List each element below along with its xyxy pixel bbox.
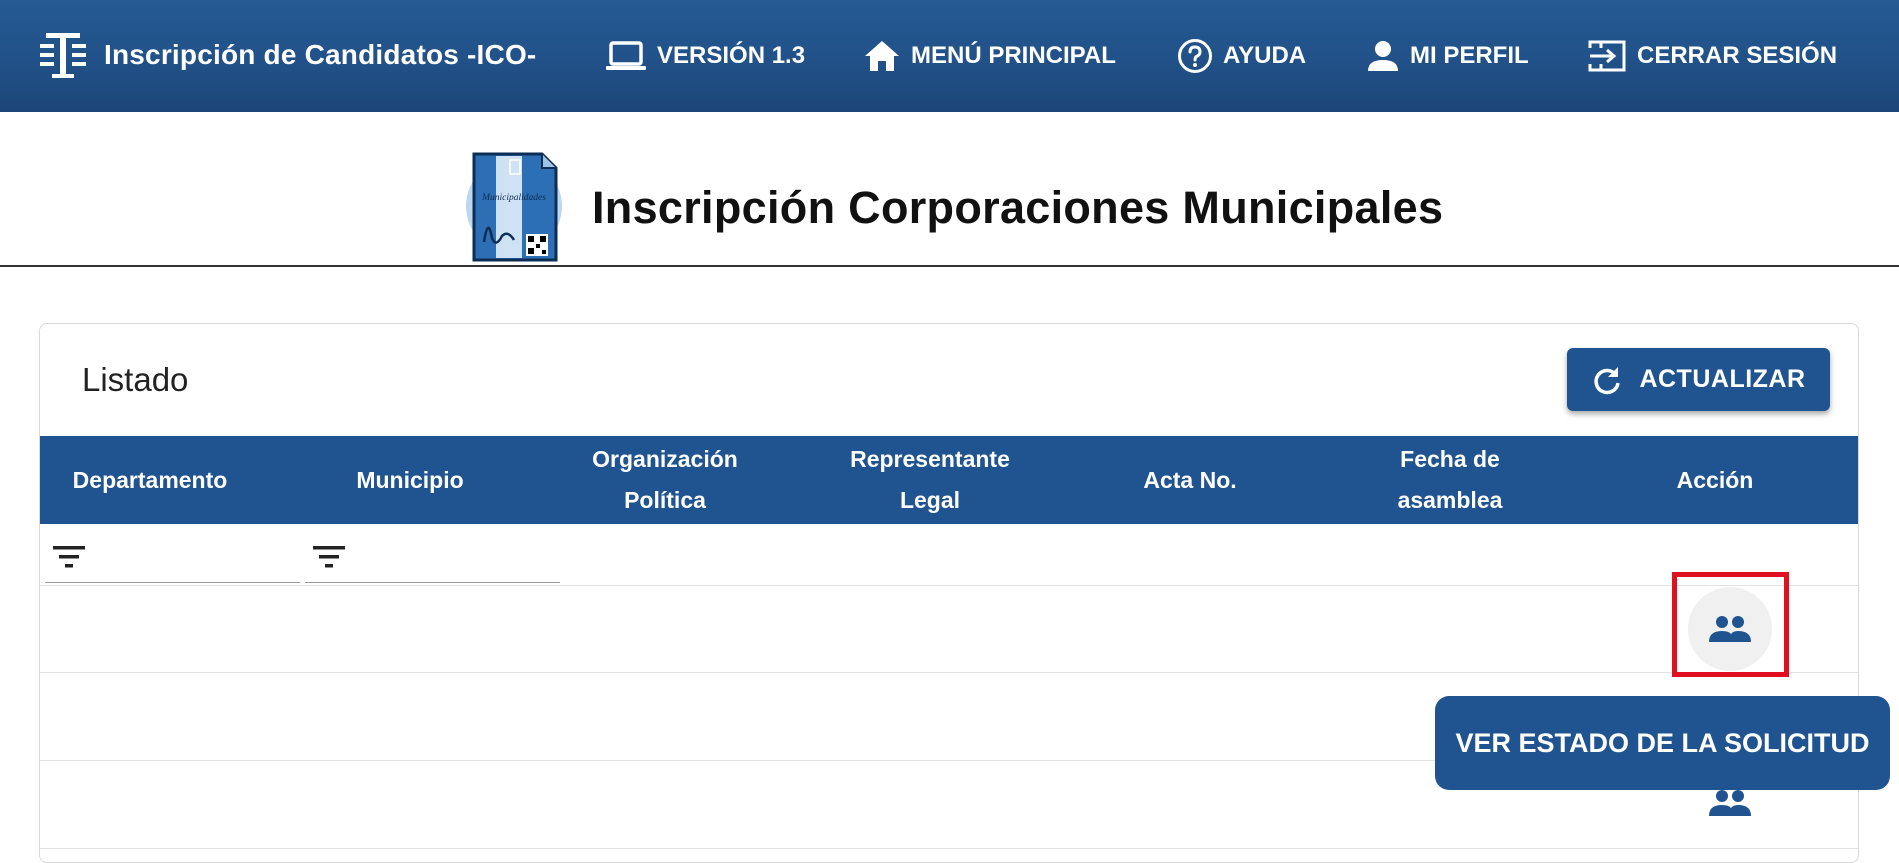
nav-help[interactable]: AYUDA [1177,0,1306,112]
nav-logout[interactable]: CERRAR SESIÓN [1587,0,1837,112]
nav-profile-label: MI PERFIL [1410,42,1529,69]
highlight-box [1672,572,1789,677]
person-icon [1368,41,1398,71]
column-header-departamento[interactable]: Departamento [40,436,260,524]
column-header-municipio[interactable]: Municipio [300,436,520,524]
page-header: Municipalidades Inscripción Corporacione… [0,112,1899,267]
tse-logo-icon [40,33,86,78]
card-title: Listado [82,361,189,398]
column-header-acta-no[interactable]: Acta No. [1110,436,1270,524]
refresh-button-label: ACTUALIZAR [1639,365,1806,393]
app-brand: Inscripción de Candidatos -ICO- [40,30,536,80]
page-title: Inscripción Corporaciones Municipales [592,182,1444,233]
column-header-fecha-asamblea[interactable]: Fecha de asamblea [1385,436,1515,524]
filter-departamento[interactable] [45,532,300,583]
group-icon [1709,790,1751,816]
filter-icon [313,546,345,568]
nav-main-menu-label: MENÚ PRINCIPAL [911,42,1116,69]
nav-main-menu[interactable]: MENÚ PRINCIPAL [863,0,1116,112]
nav-profile[interactable]: MI PERFIL [1366,0,1529,112]
municipalidades-logo-icon: Municipalidades [466,152,562,262]
top-app-bar: Inscripción de Candidatos -ICO- VERSIÓN … [0,0,1899,112]
column-header-organizacion-politica[interactable]: Organización Política [585,436,745,524]
column-header-representante-legal[interactable]: Representante Legal [840,436,1020,524]
table-row [40,585,1858,673]
help-circle-icon [1178,39,1212,73]
nav-version-label: VERSIÓN 1.3 [657,42,806,69]
filter-icon [53,546,85,568]
refresh-button[interactable]: ACTUALIZAR [1567,348,1830,411]
logout-icon [1588,40,1626,72]
table-header: Departamento Municipio Organización Polí… [40,436,1858,524]
laptop-icon [606,41,646,70]
nav-help-label: AYUDA [1223,42,1307,69]
refresh-icon [1594,366,1621,394]
tooltip: VER ESTADO DE LA SOLICITUD [1435,696,1890,790]
filter-municipio[interactable] [305,532,560,583]
logo-text: Municipalidades [481,193,546,203]
home-icon [865,41,899,71]
nav-logout-label: CERRAR SESIÓN [1637,42,1838,69]
app-title: Inscripción de Candidatos -ICO- [104,39,537,70]
tooltip-text: VER ESTADO DE LA SOLICITUD [1455,727,1870,758]
column-header-accion: Acción [1676,466,1754,493]
nav-version[interactable]: VERSIÓN 1.3 [605,0,805,112]
filter-row [40,524,1858,586]
